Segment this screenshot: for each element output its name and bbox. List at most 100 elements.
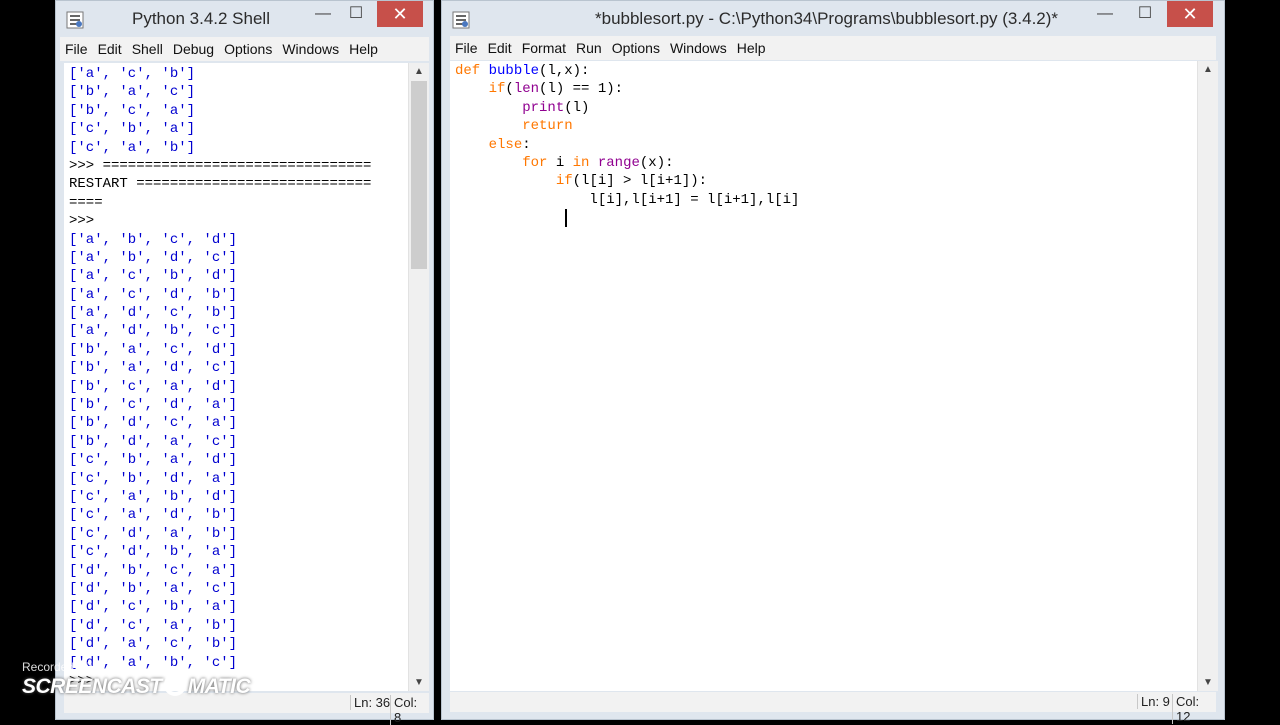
shell-output[interactable]: ['a', 'c', 'b'] ['b', 'a', 'c'] ['b', 'c',…	[64, 63, 408, 691]
shell-output-line: ['a', 'c', 'b', 'd']	[69, 268, 238, 285]
shell-scrollbar[interactable]: ▲ ▼	[408, 63, 429, 691]
menu-format[interactable]: Format	[517, 36, 571, 56]
code-line: for i in range(x):	[455, 154, 1197, 172]
shell-output-line: ['c', 'a', 'b', 'd']	[69, 488, 238, 505]
shell-output-line: ['a', 'd', 'b', 'c']	[69, 323, 238, 340]
line-number: Ln: 36	[350, 695, 393, 710]
code-line: l[i],l[i+1] = l[i+1],l[i]	[455, 191, 1197, 209]
code-token: else	[488, 136, 523, 153]
code-token: (x):	[639, 154, 674, 171]
screencast-watermark: Recorded with SCREENCAST MATIC	[22, 660, 251, 699]
shell-output-line: ['c', 'a', 'b']	[69, 139, 196, 156]
code-line: if(len(l) == 1):	[455, 80, 1197, 98]
menu-help[interactable]: Help	[344, 37, 383, 57]
python-idle-icon	[66, 11, 84, 29]
code-token: i	[547, 154, 573, 171]
minimize-button[interactable]: —	[1090, 1, 1120, 27]
code-token: :	[522, 136, 531, 153]
menu-windows[interactable]: Windows	[665, 36, 732, 56]
shell-output-line: ['b', 'a', 'c', 'd']	[69, 341, 238, 358]
code-token: (l[i] > l[i+1]):	[572, 173, 708, 190]
menu-options[interactable]: Options	[607, 36, 665, 56]
shell-title: Python 3.4.2 Shell	[132, 9, 270, 28]
close-button[interactable]: ✕	[1167, 1, 1213, 27]
screencast-logo-icon	[163, 674, 186, 696]
code-token: range	[597, 154, 640, 171]
maximize-button[interactable]: ☐	[1130, 1, 1160, 27]
minimize-button[interactable]: —	[308, 1, 338, 27]
code-line: if(l[i] > l[i+1]):	[455, 172, 1197, 190]
maximize-button[interactable]: ☐	[341, 1, 371, 27]
scroll-thumb[interactable]	[411, 81, 427, 269]
shell-prompt-line: RESTART ============================	[69, 176, 372, 193]
line-number: Ln: 9	[1137, 694, 1173, 709]
shell-output-line: ['b', 'c', 'd', 'a']	[69, 397, 238, 414]
shell-output-line: ['c', 'd', 'b', 'a']	[69, 544, 238, 561]
scroll-up-arrow-icon[interactable]: ▲	[409, 63, 429, 80]
code-token: (l) == 1):	[539, 81, 624, 98]
shell-menubar: File Edit Shell Debug Options Windows Help	[60, 37, 429, 61]
shell-output-line: ['a', 'c', 'd', 'b']	[69, 286, 238, 303]
shell-output-line: ['d', 'b', 'a', 'c']	[69, 580, 238, 597]
shell-output-line: ['b', 'c', 'a']	[69, 102, 196, 119]
editor-title: *bubblesort.py - C:\Python34\Programs\bu…	[595, 9, 1059, 28]
shell-prompt-line: >>>	[69, 213, 103, 230]
code-line: else:	[455, 136, 1197, 154]
shell-window: Python 3.4.2 Shell — ☐ ✕ File Edit Shell De…	[55, 0, 434, 725]
brand-text-right: MATIC	[187, 675, 251, 698]
code-token: if	[555, 173, 573, 190]
code-token: in	[572, 154, 590, 171]
editor-scrollbar[interactable]: ▲ ▼	[1197, 61, 1218, 691]
code-token: len	[513, 81, 540, 98]
menu-debug[interactable]: Debug	[168, 37, 219, 57]
menu-windows[interactable]: Windows	[277, 37, 344, 57]
shell-output-line: ['d', 'c', 'b', 'a']	[69, 599, 238, 616]
menu-edit[interactable]: Edit	[93, 37, 127, 57]
editor-menubar: File Edit Format Run Options Windows Help	[450, 36, 1216, 60]
menu-file[interactable]: File	[450, 36, 483, 56]
shell-output-line: ['a', 'c', 'b']	[69, 66, 196, 82]
shell-prompt-line: ====	[69, 194, 103, 211]
shell-output-line: ['c', 'b', 'd', 'a']	[69, 470, 238, 487]
menu-run[interactable]: Run	[571, 36, 607, 56]
code-token: (l,x):	[539, 63, 590, 79]
editor-titlebar[interactable]: *bubblesort.py - C:\Python34\Programs\bu…	[442, 1, 1224, 37]
code-token: (l)	[564, 99, 590, 116]
shell-titlebar[interactable]: Python 3.4.2 Shell — ☐ ✕	[56, 1, 433, 37]
scroll-up-arrow-icon[interactable]: ▲	[1198, 61, 1218, 78]
code-token: bubble	[488, 63, 540, 79]
shell-output-line: ['a', 'b', 'c', 'd']	[69, 231, 238, 248]
code-editor[interactable]: def bubble(l,x): if(len(l) == 1): print(…	[450, 61, 1197, 691]
code-line: def bubble(l,x):	[455, 62, 1197, 80]
shell-output-line: ['d', 'b', 'c', 'a']	[69, 562, 238, 579]
code-token: for	[522, 154, 548, 171]
menu-help[interactable]: Help	[732, 36, 771, 56]
recorded-with-label: Recorded with	[22, 660, 99, 674]
shell-output-line: ['b', 'a', 'c']	[69, 84, 196, 101]
scroll-down-arrow-icon[interactable]: ▼	[409, 674, 429, 691]
code-token: l[i],l[i+1] = l[i+1],l[i]	[455, 191, 800, 208]
scroll-down-arrow-icon[interactable]: ▼	[1198, 674, 1218, 691]
menu-options[interactable]: Options	[219, 37, 277, 57]
close-button[interactable]: ✕	[377, 1, 423, 27]
code-token: print	[522, 99, 565, 116]
editor-window: *bubblesort.py - C:\Python34\Programs\bu…	[441, 0, 1225, 724]
code-token: return	[522, 118, 573, 135]
menu-shell[interactable]: Shell	[127, 37, 168, 57]
shell-output-line: ['c', 'b', 'a']	[69, 121, 196, 138]
menu-file[interactable]: File	[60, 37, 93, 57]
python-idle-icon	[452, 11, 470, 29]
menu-edit[interactable]: Edit	[483, 36, 517, 56]
code-line: print(l)	[455, 99, 1197, 117]
code-token: if	[488, 81, 506, 98]
code-token: (	[505, 81, 514, 98]
code-token: def	[455, 63, 481, 79]
shell-output-line: ['d', 'c', 'a', 'b']	[69, 617, 238, 634]
